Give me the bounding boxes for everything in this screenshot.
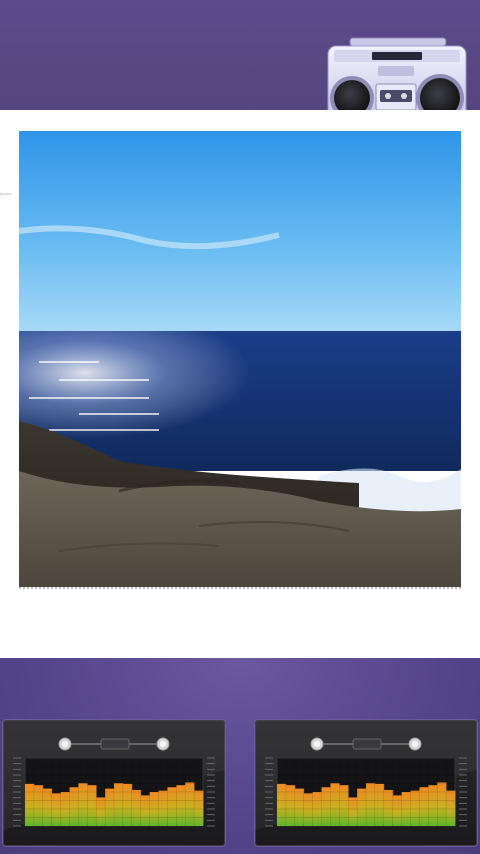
eq-bar — [69, 787, 79, 826]
eq-bar — [140, 795, 150, 826]
eq-bar — [277, 783, 287, 826]
equalizer-icon — [3, 720, 225, 830]
eq-bar — [25, 783, 35, 826]
ocean-shore-photo[interactable] — [19, 131, 461, 588]
eq-bar — [410, 790, 420, 826]
eq-bar — [158, 790, 168, 826]
eq-knob-cap-0 — [62, 741, 68, 747]
eq-bar — [419, 787, 429, 826]
eq-bar — [285, 785, 296, 826]
photo-divider — [19, 587, 461, 589]
equalizer-card[interactable] — [255, 720, 477, 846]
eq-bar — [330, 783, 340, 826]
eq-bar — [339, 785, 349, 826]
eq-bar — [294, 788, 305, 826]
eq-bar — [131, 789, 142, 826]
eq-bar — [392, 795, 402, 826]
eq-bar — [428, 785, 438, 826]
eq-bar — [87, 785, 97, 826]
eq-slider — [352, 738, 382, 750]
eq-knob-cap-1 — [160, 741, 166, 747]
eq-bar — [437, 782, 447, 826]
eq-knob-cap-0 — [314, 741, 320, 747]
eq-bar — [374, 783, 385, 826]
eq-bar — [167, 787, 177, 826]
eq-bar — [105, 788, 115, 826]
eq-bar — [51, 793, 61, 826]
eq-bar — [78, 783, 88, 826]
eq-bar — [348, 797, 358, 826]
eq-bar — [194, 790, 204, 826]
eq-bar — [42, 788, 53, 826]
equalizer-icon — [255, 720, 477, 830]
photo-caption: 1-0 ht=d — [0, 192, 12, 196]
eq-bar — [357, 788, 367, 826]
eq-bar — [446, 790, 456, 826]
eq-bar — [96, 797, 106, 826]
eq-bar — [303, 793, 313, 826]
eq-bar — [366, 783, 376, 826]
eq-bar — [114, 783, 124, 826]
eq-bar — [33, 785, 44, 826]
eq-bar — [176, 785, 186, 826]
eq-slider — [100, 738, 130, 750]
eq-bar — [185, 782, 195, 826]
eq-bar — [122, 783, 133, 826]
eq-bar — [321, 787, 331, 826]
eq-knob-cap-1 — [412, 741, 418, 747]
eq-bar — [383, 789, 394, 826]
equalizer-card[interactable] — [3, 720, 225, 846]
